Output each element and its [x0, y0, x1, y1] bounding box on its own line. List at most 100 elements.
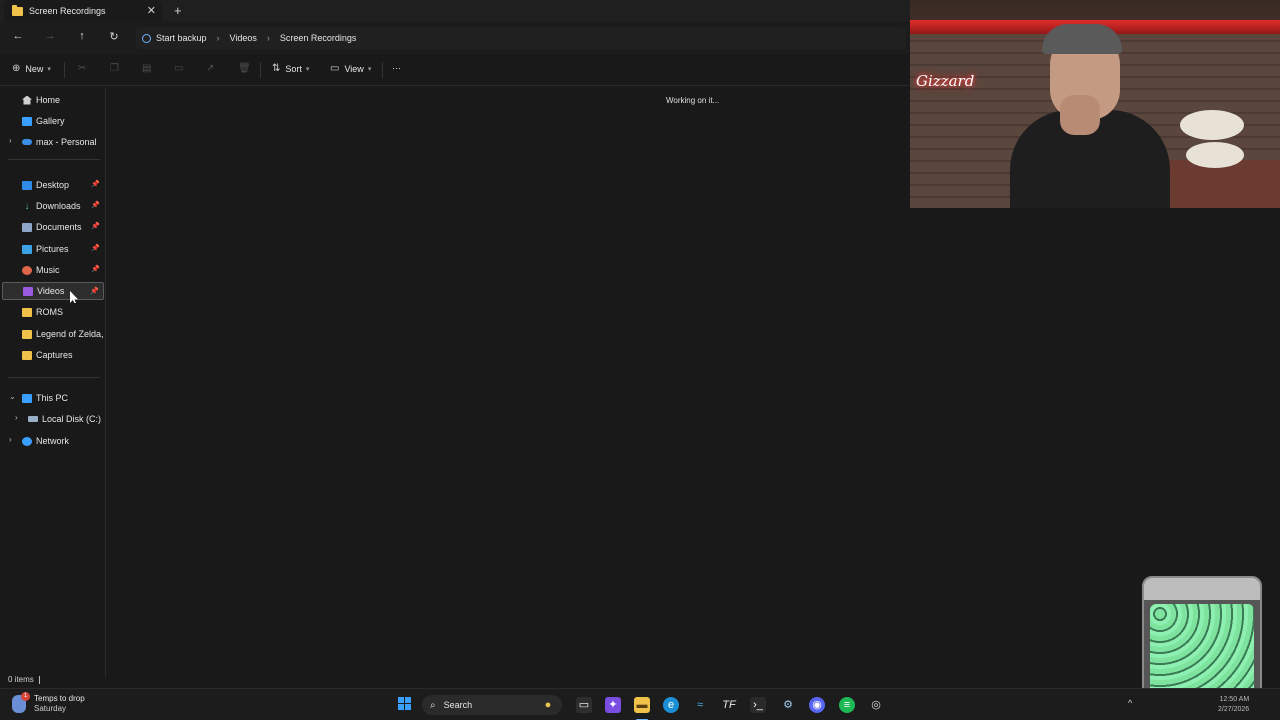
home-icon	[22, 95, 32, 105]
sidebar-item-roms[interactable]: ROMS	[2, 303, 104, 321]
sidebar-item-label: Videos	[37, 286, 65, 296]
thermometer-icon	[12, 691, 30, 713]
folder-icon	[22, 329, 32, 339]
obs-icon[interactable]: ◎	[868, 697, 884, 713]
sidebar-item-downloads[interactable]: ↓ Downloads 📌	[2, 197, 104, 215]
windows-logo-icon	[404, 696, 411, 703]
pin-icon[interactable]: 📌	[91, 222, 100, 230]
task-view-icon[interactable]: ▭	[576, 697, 592, 713]
tab-title: Screen Recordings	[29, 6, 106, 16]
sidebar-item-label: Pictures	[36, 244, 69, 254]
steam-icon[interactable]: ⚙	[780, 697, 796, 713]
videos-icon	[23, 286, 33, 296]
backup-icon	[142, 33, 151, 43]
gallery-icon	[22, 116, 32, 126]
sidebar-item-onedrive[interactable]: › max - Personal	[2, 133, 104, 151]
terminal-icon[interactable]: ›_	[750, 697, 766, 713]
view-icon: ▭	[330, 63, 340, 74]
breadcrumb-separator[interactable]: ›	[267, 33, 270, 43]
item-count: 0 items	[8, 675, 34, 684]
tf-icon[interactable]: TF	[721, 697, 737, 713]
more-options-button[interactable]: ···	[392, 63, 401, 73]
chevron-down-icon: ▾	[305, 65, 310, 73]
copy-icon[interactable]: ❐	[110, 63, 119, 74]
dolphin-icon[interactable]: ≈	[692, 697, 708, 713]
spotify-icon[interactable]: ≡	[839, 697, 855, 713]
breadcrumb-screen-recordings[interactable]: Screen Recordings	[280, 33, 357, 43]
folder-icon	[12, 4, 23, 16]
share-icon[interactable]: ↗	[206, 63, 214, 74]
weather-widget[interactable]: Temps to drop Saturday	[12, 691, 85, 713]
tray-overflow-chevron[interactable]: ^	[1128, 698, 1132, 708]
close-tab-icon[interactable]: ✕	[147, 4, 156, 17]
football	[1180, 110, 1244, 140]
sidebar-item-label: Gallery	[36, 116, 65, 126]
pin-icon[interactable]: 📌	[91, 201, 100, 209]
paste-icon[interactable]: ▤	[142, 63, 151, 74]
sort-button[interactable]: ⇅ Sort ▾	[272, 63, 309, 74]
sidebar-item-gallery[interactable]: Gallery	[2, 112, 104, 130]
windows-logo-icon	[397, 703, 404, 710]
pin-icon[interactable]: 📌	[90, 287, 99, 295]
sidebar-item-label: ROMS	[36, 307, 63, 317]
sidebar-item-this-pc[interactable]: ⌄ This PC	[2, 389, 104, 407]
hand	[1060, 95, 1100, 135]
up-button[interactable]: ↑	[74, 30, 90, 42]
sidebar-item-label: Documents	[36, 222, 82, 232]
sidebar-item-captures[interactable]: Captures	[2, 346, 104, 364]
sidebar-item-videos[interactable]: Videos 📌	[2, 282, 104, 300]
rename-icon[interactable]: ▭	[174, 63, 183, 74]
new-tab-button[interactable]: +	[174, 3, 182, 18]
sidebar-item-legend-of-zelda[interactable]: Legend of Zelda, Tl	[2, 325, 104, 343]
sidebar-item-home[interactable]: Home	[2, 91, 104, 109]
sidebar-item-label: Captures	[36, 350, 73, 360]
sidebar-item-label: max - Personal	[36, 137, 97, 147]
sidebar-item-network[interactable]: › Network	[2, 432, 104, 450]
sidebar-item-local-disk[interactable]: › Local Disk (C:)	[2, 410, 104, 428]
pin-icon[interactable]: 📌	[91, 180, 100, 188]
sidebar-item-music[interactable]: Music 📌	[2, 261, 104, 279]
widget-coins-icon[interactable]: ●	[540, 697, 556, 713]
cut-icon[interactable]: ✂	[78, 63, 86, 74]
discord-icon[interactable]: ◉	[809, 697, 825, 713]
view-button[interactable]: ▭ View ▾	[330, 63, 371, 74]
clock-date: 2/27/2026	[1218, 706, 1250, 713]
breadcrumb-start-backup[interactable]: Start backup	[156, 33, 207, 43]
webcam-overlay: Gizzard	[910, 0, 1280, 208]
chevron-right-icon[interactable]: ›	[9, 136, 12, 145]
taskbar: Temps to drop Saturday ⌕ Search ● ▭ ✦ ▬ …	[0, 688, 1280, 720]
copilot-icon[interactable]: ✦	[605, 697, 621, 713]
chevron-down-icon[interactable]: ⌄	[9, 392, 16, 401]
edge-icon[interactable]: e	[663, 697, 679, 713]
plus-circle-icon: ⊕	[12, 63, 21, 74]
delete-icon[interactable]: 🗑	[238, 63, 251, 74]
chevron-right-icon[interactable]: ›	[15, 413, 18, 422]
sort-icon: ⇅	[272, 63, 281, 74]
sidebar-item-label: Local Disk (C:)	[42, 414, 102, 424]
search-label: Search	[443, 700, 473, 710]
tab-screen-recordings[interactable]: Screen Recordings ✕	[4, 0, 162, 22]
pictures-icon	[22, 244, 32, 254]
sidebar-item-label: Downloads	[36, 201, 81, 211]
pin-icon[interactable]: 📌	[91, 244, 100, 252]
sidebar-item-pictures[interactable]: Pictures 📌	[2, 240, 104, 258]
refresh-button[interactable]: ↻	[106, 30, 122, 43]
breadcrumb-videos[interactable]: Videos	[230, 33, 257, 43]
status-divider	[38, 675, 40, 684]
breadcrumb-separator[interactable]: ›	[217, 33, 220, 43]
address-bar[interactable]: Start backup › Videos › Screen Recording…	[136, 27, 906, 49]
folder-icon	[22, 350, 32, 360]
forward-button[interactable]: →	[42, 30, 58, 42]
start-button[interactable]	[396, 696, 412, 712]
football	[1186, 142, 1244, 168]
back-button[interactable]: ←	[10, 30, 26, 42]
file-explorer-icon[interactable]: ▬	[634, 697, 650, 713]
new-button[interactable]: ⊕ New ▾	[12, 63, 51, 74]
clock[interactable]: 12:50 AM 2/27/2026	[1218, 695, 1249, 715]
chevron-right-icon[interactable]: ›	[9, 435, 12, 444]
search-icon: ⌕	[430, 699, 436, 711]
sidebar-item-desktop[interactable]: Desktop 📌	[2, 176, 104, 194]
view-label: View	[344, 63, 364, 74]
sidebar-item-documents[interactable]: Documents 📌	[2, 218, 104, 236]
pin-icon[interactable]: 📌	[91, 265, 100, 273]
